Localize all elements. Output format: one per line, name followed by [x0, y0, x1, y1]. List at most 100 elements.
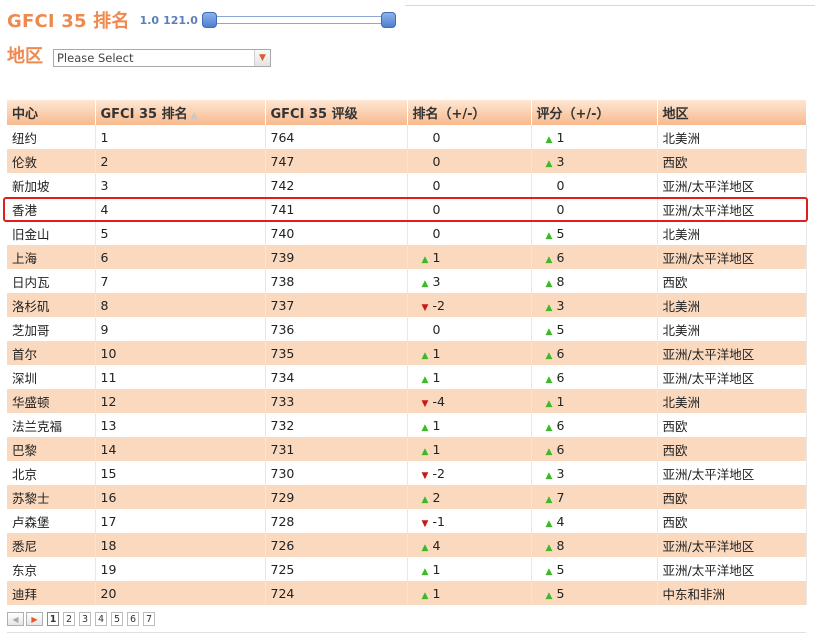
prev-page-arrow-icon[interactable]: ◀ — [7, 612, 24, 626]
column-header-region[interactable]: 地区 — [657, 100, 807, 125]
cell-rating: 741 — [265, 197, 408, 221]
cell-rank-change: ▼ -2 — [407, 461, 532, 485]
table-row[interactable]: 纽约 1 764 0 ▲ 1 北美洲 — [7, 125, 807, 149]
table-row[interactable]: 新加坡 3 742 0 0 亚洲/太平洋地区 — [7, 173, 807, 197]
cell-rating: 739 — [265, 245, 408, 269]
column-header-rank-change[interactable]: 排名（+/-） — [407, 100, 532, 125]
cell-score-change: ▲ 3 — [531, 461, 658, 485]
table-row[interactable]: 首尔 10 735 ▲ 1 ▲ 6 亚洲/太平洋地区 — [7, 341, 807, 365]
page-number-button[interactable]: 1 — [47, 612, 59, 626]
page-number-list: 1234567 — [43, 612, 155, 626]
arrow-up-icon: ▲ — [545, 590, 553, 601]
table-row[interactable]: 华盛顿 12 733 ▼ -4 ▲ 1 北美洲 — [7, 389, 807, 413]
cell-region: 北美洲 — [657, 221, 807, 245]
slider-track[interactable] — [205, 16, 392, 24]
cell-rank: 7 — [95, 269, 266, 293]
table-header-row: 中心 GFCI 35 排名 ▲ GFCI 35 评级 排名（+/-） 评分（+/-… — [7, 100, 807, 125]
rank-range-slider[interactable] — [201, 12, 396, 28]
cell-rank-change: ▼ -1 — [407, 509, 532, 533]
table-row[interactable]: 东京 19 725 ▲ 1 ▲ 5 亚洲/太平洋地区 — [7, 557, 807, 581]
cell-rating: 734 — [265, 365, 408, 389]
next-page-arrow-icon[interactable]: ▶ — [26, 612, 43, 626]
cell-region: 亚洲/太平洋地区 — [657, 173, 807, 197]
arrow-up-icon: ▲ — [421, 278, 429, 289]
cell-center: 旧金山 — [7, 221, 96, 245]
cell-center: 苏黎士 — [7, 485, 96, 509]
cell-rank-change: 0 — [407, 173, 532, 197]
arrow-up-icon: ▲ — [545, 542, 553, 553]
cell-score-change: ▲ 5 — [531, 221, 658, 245]
cell-score-change: ▲ 3 — [531, 149, 658, 173]
cell-rank: 16 — [95, 485, 266, 509]
table-row[interactable]: 苏黎士 16 729 ▲ 2 ▲ 7 西欧 — [7, 485, 807, 509]
cell-score-change: ▲ 3 — [531, 293, 658, 317]
column-header-rank[interactable]: GFCI 35 排名 ▲ — [95, 100, 266, 125]
table-row[interactable]: 悉尼 18 726 ▲ 4 ▲ 8 亚洲/太平洋地区 — [7, 533, 807, 557]
cell-rating: 738 — [265, 269, 408, 293]
cell-center: 伦敦 — [7, 149, 96, 173]
arrow-up-icon: ▲ — [421, 590, 429, 601]
cell-rating: 736 — [265, 317, 408, 341]
arrow-up-icon: ▲ — [545, 566, 553, 577]
cell-rank: 1 — [95, 125, 266, 149]
arrow-up-icon: ▲ — [545, 278, 553, 289]
table-row[interactable]: 迪拜 20 724 ▲ 1 ▲ 5 中东和非洲 — [7, 581, 807, 605]
cell-rating: 732 — [265, 413, 408, 437]
slider-min-handle[interactable] — [201, 12, 217, 28]
cell-rank-change: ▲ 1 — [407, 437, 532, 461]
table-row[interactable]: 北京 15 730 ▼ -2 ▲ 3 亚洲/太平洋地区 — [7, 461, 807, 485]
table-row[interactable]: 旧金山 5 740 0 ▲ 5 北美洲 — [7, 221, 807, 245]
page-number-button[interactable]: 2 — [63, 612, 75, 626]
page-number-button[interactable]: 5 — [111, 612, 123, 626]
cell-rank: 19 — [95, 557, 266, 581]
table-body: 纽约 1 764 0 ▲ 1 北美洲 伦敦 2 747 0 ▲ 3 西欧 新加坡 3 742 0 0 亚洲/太平洋地区… — [7, 125, 807, 605]
ranking-table: 中心 GFCI 35 排名 ▲ GFCI 35 评级 排名（+/-） 评分（+/-… — [7, 100, 807, 605]
cell-center: 纽约 — [7, 125, 96, 149]
arrow-down-icon: ▼ — [421, 470, 429, 481]
cell-rank-change: ▲ 4 — [407, 533, 532, 557]
page-number-button[interactable]: 3 — [79, 612, 91, 626]
table-row[interactable]: 法兰克福 13 732 ▲ 1 ▲ 6 西欧 — [7, 413, 807, 437]
table-row[interactable]: 芝加哥 9 736 0 ▲ 5 北美洲 — [7, 317, 807, 341]
table-row[interactable]: 卢森堡 17 728 ▼ -1 ▲ 4 西欧 — [7, 509, 807, 533]
arrow-up-icon: ▲ — [421, 542, 429, 553]
cell-region: 北美洲 — [657, 293, 807, 317]
cell-score-change: 0 — [531, 173, 658, 197]
cell-region: 西欧 — [657, 269, 807, 293]
column-header-center[interactable]: 中心 — [7, 100, 96, 125]
column-header-score-change[interactable]: 评分（+/-） — [531, 100, 658, 125]
arrow-up-icon: ▲ — [545, 374, 553, 385]
cell-rating: 729 — [265, 485, 408, 509]
cell-score-change: ▲ 6 — [531, 413, 658, 437]
table-row[interactable]: 深圳 11 734 ▲ 1 ▲ 6 亚洲/太平洋地区 — [7, 365, 807, 389]
cell-rank: 17 — [95, 509, 266, 533]
column-header-rating[interactable]: GFCI 35 评级 — [265, 100, 408, 125]
slider-max-handle[interactable] — [380, 12, 396, 28]
cell-rank: 13 — [95, 413, 266, 437]
cell-rank-change: ▲ 1 — [407, 581, 532, 605]
range-max-label: 121.0 — [163, 13, 198, 27]
cell-rating: 733 — [265, 389, 408, 413]
arrow-up-icon: ▲ — [545, 494, 553, 505]
page-number-button[interactable]: 4 — [95, 612, 107, 626]
region-filter: 地区 Please Select ▼ — [7, 42, 271, 68]
cell-rank-change: 0 — [407, 125, 532, 149]
table-row[interactable]: 伦敦 2 747 0 ▲ 3 西欧 — [7, 149, 807, 173]
page-number-button[interactable]: 6 — [127, 612, 139, 626]
cell-region: 西欧 — [657, 509, 807, 533]
cell-score-change: ▲ 5 — [531, 557, 658, 581]
table-row[interactable]: 巴黎 14 731 ▲ 1 ▲ 6 西欧 — [7, 437, 807, 461]
chevron-down-icon[interactable]: ▼ — [254, 50, 270, 66]
table-row[interactable]: 香港 4 741 0 0 亚洲/太平洋地区 — [7, 197, 807, 221]
cell-rank: 4 — [95, 197, 266, 221]
page-number-button[interactable]: 7 — [143, 612, 155, 626]
cell-score-change: ▲ 5 — [531, 581, 658, 605]
table-row[interactable]: 洛杉矶 8 737 ▼ -2 ▲ 3 北美洲 — [7, 293, 807, 317]
arrow-up-icon: ▲ — [545, 302, 553, 313]
region-select[interactable]: Please Select ▼ — [53, 49, 271, 67]
cell-rank: 12 — [95, 389, 266, 413]
cell-rating: 740 — [265, 221, 408, 245]
table-row[interactable]: 日内瓦 7 738 ▲ 3 ▲ 8 西欧 — [7, 269, 807, 293]
cell-rank-change: ▲ 3 — [407, 269, 532, 293]
table-row[interactable]: 上海 6 739 ▲ 1 ▲ 6 亚洲/太平洋地区 — [7, 245, 807, 269]
